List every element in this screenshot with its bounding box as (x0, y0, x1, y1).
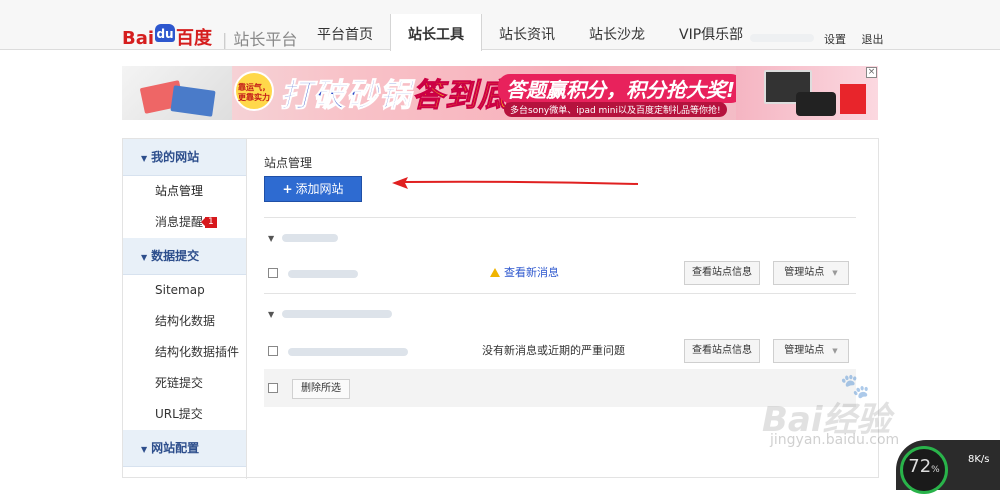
bulk-actions-bar: 删除所选 (264, 369, 856, 407)
top-navigation-bar: Bai du 百度 | 站长平台 平台首页 站长工具 站长资讯 站长沙龙 VIP俱乐部… (0, 0, 1000, 51)
site-group-header[interactable]: ▼ (268, 305, 393, 321)
banner-slogan: 答题赢积分，积分抢大奖! (498, 74, 744, 103)
site-url-redacted[interactable] (288, 270, 358, 278)
settings-link[interactable]: 设置 (824, 33, 846, 46)
manage-site-label: 管理站点 (784, 345, 825, 356)
nav-platform-home[interactable]: 平台首页 (300, 14, 390, 50)
sidebar-group-site-config[interactable]: ▼ 网站配置 (123, 430, 246, 467)
banner-tag: 靠运气，更靠实力 (234, 71, 274, 111)
site-name-redacted (282, 233, 339, 242)
speed-rate: 8K/s (968, 454, 990, 465)
sidebar-group-label: 网站配置 (151, 441, 200, 455)
add-site-label: 添加网站 (295, 182, 344, 196)
triangle-down-icon: ▼ (141, 154, 148, 163)
promo-banner[interactable]: 靠运气，更靠实力 打破砂锅答到底 答题赢积分，积分抢大奖! 多台sony微单、i… (122, 66, 878, 120)
content-panel: ▼ 我的网站 站点管理 消息提醒 1 ▼ 数据提交 Sitemap 结构化数据 结构化… (122, 138, 879, 479)
logo-du-paw: du (155, 24, 176, 42)
site-status: 没有新消息或近期的严重问题 (482, 344, 625, 357)
plus-icon: + (282, 182, 293, 196)
add-site-button[interactable]: + 添加网站 (264, 176, 362, 202)
sidebar-group-label: 数据提交 (151, 249, 200, 263)
nav-webmaster-news[interactable]: 站长资讯 (482, 14, 572, 50)
triangle-down-icon: ▼ (268, 310, 275, 319)
logo-bai: Bai (122, 28, 155, 49)
sidebar-item-structured-data[interactable]: 结构化数据 (123, 306, 246, 337)
manage-site-dropdown[interactable]: 管理站点 ▼ (773, 261, 849, 285)
sidebar-item-dead-links[interactable]: 死链提交 (123, 368, 246, 399)
banner-title-a: 打破砂锅 (279, 76, 413, 115)
divider (264, 293, 856, 294)
platform-title: | 站长平台 (222, 30, 298, 49)
logo-chinese: 百度 (176, 28, 213, 49)
baidu-logo[interactable]: Bai du 百度 (122, 24, 212, 50)
site-group-header[interactable]: ▼ (268, 229, 339, 245)
logout-link[interactable]: 退出 (862, 33, 884, 46)
sidebar-item-sitemap[interactable]: Sitemap (123, 275, 246, 306)
site-checkbox[interactable] (268, 346, 278, 356)
chevron-down-icon: ▼ (832, 347, 838, 355)
page-title: 站点管理 (264, 156, 313, 170)
delete-selected-button[interactable]: 删除所选 (292, 379, 350, 399)
username-redacted (750, 34, 814, 42)
site-status-text: 查看新消息 (504, 266, 559, 279)
usage-percent: 72 (908, 456, 932, 477)
sidebar-group-my-sites[interactable]: ▼ 我的网站 (123, 139, 246, 176)
site-name-redacted (282, 309, 393, 318)
main-nav: 平台首页 站长工具 站长资讯 站长沙龙 VIP俱乐部 (300, 14, 760, 51)
view-site-info-button[interactable]: 查看站点信息 (684, 339, 760, 363)
close-icon[interactable]: × (866, 67, 877, 78)
sidebar-group-data-submit[interactable]: ▼ 数据提交 (123, 238, 246, 275)
banner-product-image (122, 66, 232, 120)
view-site-info-button[interactable]: 查看站点信息 (684, 261, 760, 285)
main-content: 站点管理 + 添加网站 ▼ 查看新消息 查看站点信息 管理站点 ▼ ▼ 没有新消息或… (248, 139, 878, 479)
red-arrow-annotation (392, 177, 639, 189)
sidebar-item-structured-plugin[interactable]: 结构化数据插件 (123, 337, 246, 368)
triangle-down-icon: ▼ (141, 445, 148, 454)
banner-title-b: 答到底 (412, 76, 512, 115)
warning-icon (490, 268, 500, 277)
usage-dial: 72% (900, 446, 948, 494)
nav-webmaster-tools[interactable]: 站长工具 (390, 14, 482, 51)
manage-site-label: 管理站点 (784, 267, 825, 278)
nav-webmaster-salon[interactable]: 站长沙龙 (572, 14, 662, 50)
sidebar-item-url-submit[interactable]: URL提交 (123, 399, 246, 430)
site-url-redacted[interactable] (288, 348, 408, 356)
top-links: 设置 退出 (824, 31, 896, 47)
site-checkbox[interactable] (268, 268, 278, 278)
banner-subtitle: 多台sony微单、ipad mini以及百度定制礼品等你抢! (504, 102, 727, 117)
banner-title: 打破砂锅答到底 (279, 70, 512, 116)
nav-vip-club[interactable]: VIP俱乐部 (662, 14, 760, 50)
manage-site-dropdown[interactable]: 管理站点 ▼ (773, 339, 849, 363)
sidebar-item-site-management[interactable]: 站点管理 (123, 176, 246, 207)
select-all-checkbox[interactable] (268, 383, 278, 393)
sidebar-item-notifications[interactable]: 消息提醒 1 (123, 207, 246, 238)
platform-name: 站长平台 (233, 30, 298, 49)
network-speed-widget[interactable]: 72% 8K/s (896, 440, 1000, 494)
banner-prize-image (736, 66, 878, 120)
site-row: 查看新消息 查看站点信息 管理站点 ▼ (264, 259, 856, 289)
chevron-down-icon: ▼ (832, 269, 838, 277)
triangle-down-icon: ▼ (268, 234, 275, 243)
divider (264, 217, 856, 218)
site-status[interactable]: 查看新消息 (490, 266, 559, 280)
sidebar: ▼ 我的网站 站点管理 消息提醒 1 ▼ 数据提交 Sitemap 结构化数据 结构化… (123, 139, 247, 479)
sidebar-group-label: 我的网站 (151, 150, 200, 164)
triangle-down-icon: ▼ (141, 253, 148, 262)
usage-percent-unit: % (931, 465, 940, 475)
sidebar-item-label: 消息提醒 (155, 215, 204, 229)
notification-badge: 1 (205, 217, 217, 228)
site-row: 没有新消息或近期的严重问题 查看站点信息 管理站点 ▼ (264, 337, 856, 367)
